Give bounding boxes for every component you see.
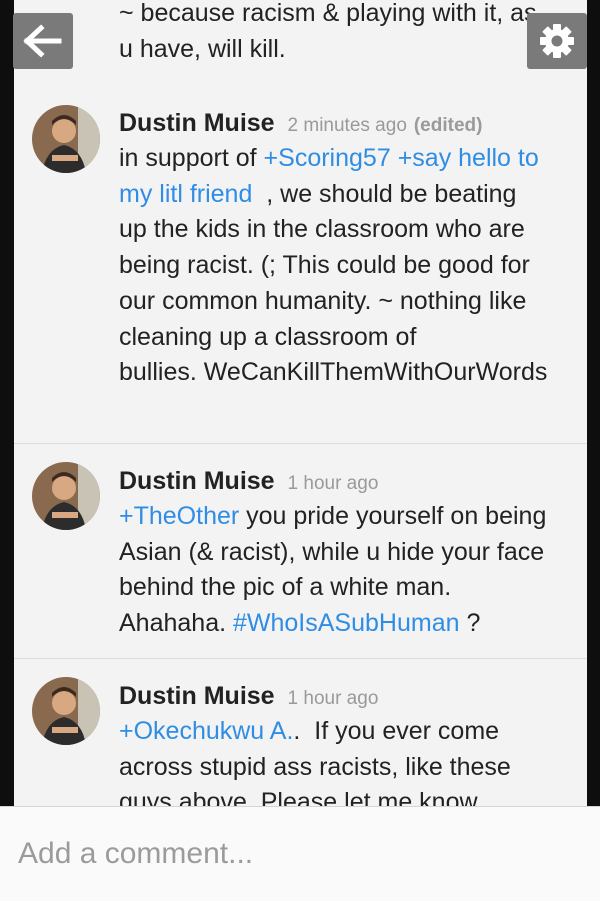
author-name[interactable]: Dustin Muise: [119, 109, 275, 137]
hashtag-link[interactable]: #WhoIsASubHuman: [233, 609, 460, 637]
timestamp: 1 hour ago: [287, 688, 379, 709]
comment-text-partial: ~ because racism & playing with it, as u…: [119, 0, 537, 63]
back-button[interactable]: [13, 13, 73, 69]
timestamp: 2 minutes ago: [287, 115, 407, 136]
timestamp: 1 hour ago: [287, 473, 379, 494]
divider: [14, 443, 587, 444]
edited-label: (edited): [413, 115, 483, 136]
author-name[interactable]: Dustin Muise: [119, 467, 275, 495]
settings-button[interactable]: [527, 13, 587, 69]
mention-link[interactable]: my litl friend: [119, 180, 252, 208]
mention-link[interactable]: +TheOther: [119, 502, 239, 530]
comment-header: Dustin Muise 2 minutes ago (edited): [119, 108, 482, 141]
mention-link[interactable]: +say hello to: [398, 144, 539, 172]
avatar[interactable]: [32, 677, 100, 745]
comment-thread[interactable]: ~ because racism & playing with it, as u…: [14, 0, 587, 806]
comment-text: +TheOther you pride yourself on being As…: [119, 502, 547, 638]
comment-bar: Add a comment...: [0, 806, 600, 901]
comment-header: Dustin Muise 1 hour ago: [119, 466, 378, 499]
comment-header: Dustin Muise 1 hour ago: [119, 681, 378, 714]
comment-text: +Okechukwu A.. If you ever come across s…: [119, 717, 511, 806]
back-arrow-icon: [23, 24, 62, 58]
avatar[interactable]: [32, 462, 100, 530]
comment-input[interactable]: Add a comment...: [18, 837, 253, 871]
divider: [14, 658, 587, 659]
author-name[interactable]: Dustin Muise: [119, 682, 275, 710]
mention-link[interactable]: +Scoring57: [264, 144, 391, 172]
avatar[interactable]: [32, 105, 100, 173]
mention-link[interactable]: +Okechukwu A.: [119, 717, 293, 745]
gear-icon: [540, 24, 574, 58]
comment-text: in support of +Scoring57 +say hello to m…: [119, 144, 548, 387]
